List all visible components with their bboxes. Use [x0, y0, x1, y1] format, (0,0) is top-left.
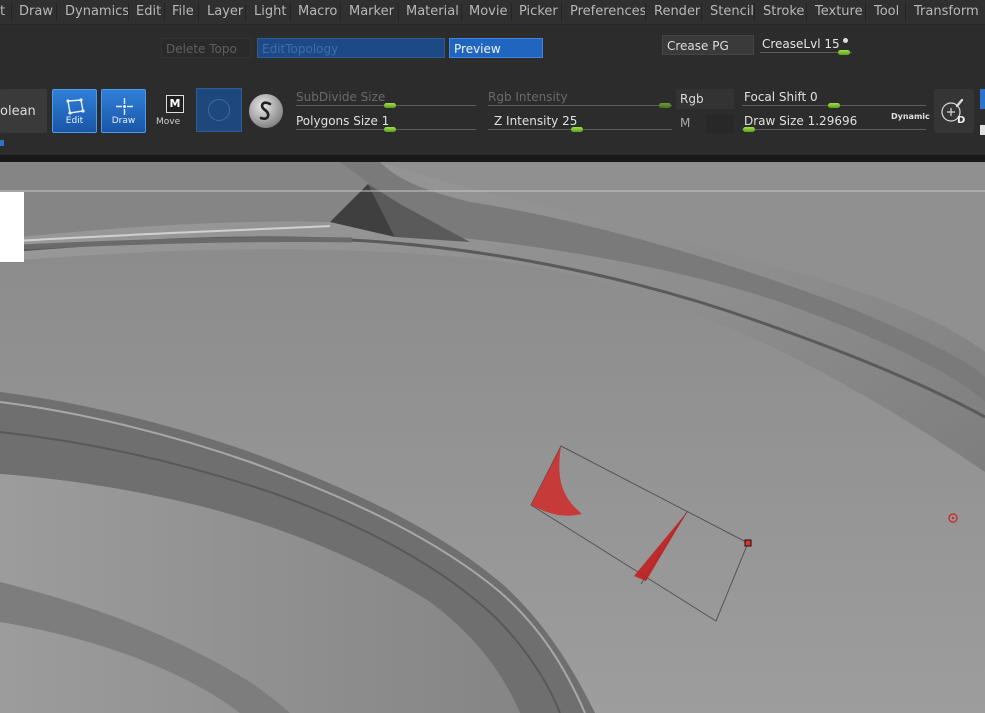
draw-size-track: [742, 129, 926, 130]
stroke-button[interactable]: [249, 94, 283, 128]
menu-item-tool[interactable]: Tool: [874, 4, 899, 19]
menu-separator: [290, 3, 291, 21]
menu-separator: [561, 3, 562, 21]
menu-separator: [340, 3, 341, 21]
menu-item-material[interactable]: Material: [406, 4, 459, 19]
zadd-zsub-slot[interactable]: [706, 115, 734, 133]
menu-item-edit[interactable]: Edit: [136, 4, 161, 19]
rgb-intensity-label: Rgb Intensity: [488, 90, 568, 104]
menu-separator: [806, 3, 807, 21]
menu-item-render[interactable]: Render: [654, 4, 700, 19]
menu-separator: [461, 3, 462, 21]
viewport-divider: [0, 155, 985, 162]
stroke-icon: [259, 101, 272, 120]
right-edge-blue-button[interactable]: [980, 89, 985, 109]
subdivide-size-label: SubDivide Size: [296, 90, 386, 104]
menu-item-transform[interactable]: Transform: [914, 4, 979, 19]
brush-d-button[interactable]: D: [934, 89, 974, 133]
menu-separator: [754, 3, 755, 21]
draw-label: Draw: [111, 116, 136, 126]
menu-item-stroke[interactable]: Stroke: [763, 4, 804, 19]
menu-separator: [645, 3, 646, 21]
menu-separator: [865, 3, 866, 21]
delete-topo-button[interactable]: Delete Topo: [161, 38, 251, 58]
boolean-label: olean: [0, 104, 36, 119]
menu-item-texture[interactable]: Texture: [815, 4, 863, 19]
z-intensity-label: Z Intensity 25: [494, 114, 578, 128]
draw-size-label: Draw Size 1.29696: [744, 114, 858, 128]
menu-separator: [245, 3, 246, 21]
polygons-size-knob[interactable]: [384, 127, 396, 132]
polygons-size-label: Polygons Size 1: [296, 114, 390, 128]
menu-item-macro[interactable]: Macro: [298, 4, 337, 19]
boolean-button[interactable]: olean: [0, 89, 47, 133]
menu-bar: t Draw Dynamics Edit File Layer Light Ma…: [0, 0, 985, 25]
menu-separator: [198, 3, 199, 21]
right-edge-white-marker: [980, 125, 985, 135]
menu-separator: [905, 3, 906, 21]
cursor-dot: [951, 516, 955, 520]
draw-mode-icon: [116, 98, 133, 115]
menu-item-layer[interactable]: Layer: [207, 4, 243, 19]
menu-item-dynamics[interactable]: Dynamics: [65, 4, 129, 19]
crease-indicator-icon: [843, 38, 848, 43]
topology-panel: Delete Topo EditTopology Preview Crease …: [0, 25, 985, 85]
edit-label: Edit: [65, 116, 84, 126]
brush-d-letter: D: [957, 115, 965, 125]
top-shelf: olean Edit Draw M Move SubDivide Size Po…: [0, 85, 985, 155]
draw-size-knob[interactable]: [743, 127, 755, 132]
menu-separator: [56, 3, 57, 21]
menu-separator: [511, 3, 512, 21]
topology-vertex-handle[interactable]: [744, 539, 752, 547]
menu-separator: [11, 3, 12, 21]
dynamic-toggle[interactable]: Dynamic: [891, 112, 930, 121]
menu-item-movie[interactable]: Movie: [469, 4, 507, 19]
rgb-toggle[interactable]: Rgb: [676, 89, 734, 109]
model-render: [0, 162, 985, 713]
menu-item-draw[interactable]: Draw: [19, 4, 53, 19]
menu-separator: [701, 3, 702, 21]
rgb-intensity-track: [488, 105, 672, 106]
draw-button[interactable]: Draw: [101, 89, 146, 133]
edit-button[interactable]: Edit: [52, 89, 97, 133]
material-sphere-icon: [208, 99, 230, 121]
crease-level-label: CreaseLvl 15: [762, 37, 840, 51]
z-intensity-knob[interactable]: [571, 127, 583, 132]
edit-topology-button[interactable]: EditTopology: [257, 38, 445, 58]
menu-separator: [128, 3, 129, 21]
move-button[interactable]: M Move: [150, 89, 190, 133]
move-label: Move: [156, 117, 181, 127]
m-toggle[interactable]: M: [676, 113, 706, 133]
focal-shift-label: Focal Shift 0: [744, 90, 818, 104]
edit-mode-icon: [66, 98, 85, 115]
menu-separator: [398, 3, 399, 21]
menu-item-file[interactable]: File: [172, 4, 194, 19]
shelf-accent: [0, 140, 4, 146]
brush-d-icon: D: [941, 98, 965, 125]
crease-pg-button[interactable]: Crease PG: [662, 35, 754, 55]
material-button[interactable]: [196, 88, 242, 132]
subdivide-size-knob[interactable]: [384, 103, 396, 108]
preview-button[interactable]: Preview: [449, 38, 543, 58]
canvas-viewport[interactable]: [0, 162, 985, 713]
crease-level-knob[interactable]: [838, 50, 850, 55]
menu-separator: [164, 3, 165, 21]
move-mode-icon: M: [166, 95, 184, 113]
menu-item-t[interactable]: t: [0, 4, 5, 19]
menu-item-marker[interactable]: Marker: [349, 4, 394, 19]
focal-shift-knob[interactable]: [828, 103, 840, 108]
menu-item-preferences[interactable]: Preferences: [570, 4, 646, 19]
rgb-intensity-knob[interactable]: [659, 103, 671, 108]
menu-item-picker[interactable]: Picker: [519, 4, 558, 19]
menu-item-stencil[interactable]: Stencil: [710, 4, 754, 19]
menu-item-light[interactable]: Light: [254, 4, 286, 19]
floating-white-panel: [0, 192, 24, 262]
